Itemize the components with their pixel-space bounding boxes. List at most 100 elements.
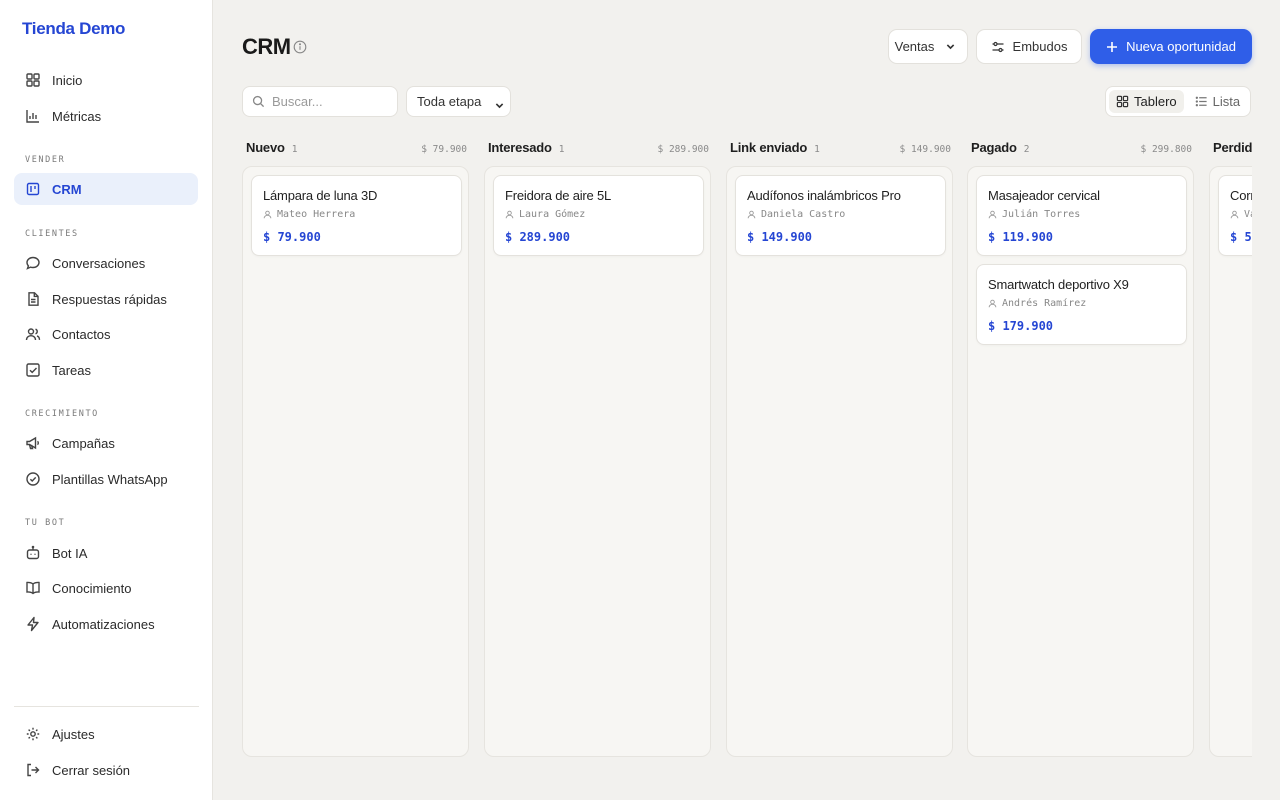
page-title: CRM [242,34,291,59]
column-total: $ 289.900 [657,144,709,155]
card-contact-name: Va [1244,209,1252,220]
funnels-button[interactable]: Embudos [976,29,1082,64]
column-body[interactable]: Freidora de aire 5L Laura Gómez $ 289.90… [484,166,711,757]
card-contact-name: Julián Torres [1002,209,1081,220]
opportunity-card[interactable]: Smartwatch deportivo X9 Andrés Ramírez $… [976,264,1187,345]
sidebar-item-automatizaciones[interactable]: Automatizaciones [14,608,198,640]
column-nuevo: Nuevo 1 $ 79.900 Lámpara de luna 3D Mate… [242,134,469,757]
sidebar-item-conversaciones[interactable]: Conversaciones [14,247,198,279]
sidebar-item-label: Respuestas rápidas [52,291,167,307]
list-icon [1195,95,1213,108]
lightning-icon [25,616,41,632]
megaphone-icon [25,435,41,451]
sidebar-item-label: Ajustes [52,726,95,742]
column-body[interactable]: Corr Va $ 59 [1209,166,1252,757]
kanban-board: Nuevo 1 $ 79.900 Lámpara de luna 3D Mate… [242,134,1252,764]
sidebar-item-label: Cerrar sesión [52,762,131,778]
opportunity-card[interactable]: Masajeador cervical Julián Torres $ 119.… [976,175,1187,256]
card-contact: Julián Torres [988,209,1080,220]
grid-icon [25,72,41,88]
sidebar-item-label: Automatizaciones [52,616,155,632]
chat-bubble-icon [25,255,41,271]
sidebar-item-label: Tareas [52,362,92,378]
sidebar-item-tareas[interactable]: Tareas [14,354,198,386]
opportunity-card[interactable]: Audífonos inalámbricos Pro Daniela Castr… [735,175,946,256]
document-icon [25,291,41,307]
sidebar-item-inicio[interactable]: Inicio [14,64,198,96]
card-contact-name: Andrés Ramírez [1002,298,1087,309]
pipeline-select-value: Ventas [894,39,935,54]
brand-logo[interactable]: Tienda Demo [22,19,125,39]
user-icon [1230,210,1239,219]
section-label-clientes: CLIENTES [25,229,79,239]
column-total: $ 149.900 [899,144,951,155]
search-input[interactable] [272,94,387,109]
column-perdido: Perdido Corr Va $ 59 [1209,134,1252,757]
sidebar-item-campanas[interactable]: Campañas [14,427,198,459]
column-title: Nuevo [246,140,285,155]
section-label-vender: VENDER [25,155,66,165]
column-body[interactable]: Lámpara de luna 3D Mateo Herrera $ 79.90… [242,166,469,757]
sidebar-item-label: Bot IA [52,545,88,561]
sidebar-item-conocimiento[interactable]: Conocimiento [14,572,198,604]
sidebar-item-crm[interactable]: CRM [14,173,198,205]
sidebar-item-ajustes[interactable]: Ajustes [14,718,198,750]
bot-icon [25,545,41,561]
sidebar-divider [14,706,199,707]
section-label-tu-bot: TU BOT [25,518,66,528]
stage-filter-select[interactable]: Toda etapa [406,86,511,117]
column-count: 1 [291,144,298,155]
opportunity-card[interactable]: Freidora de aire 5L Laura Gómez $ 289.90… [493,175,704,256]
book-icon [25,580,41,596]
opportunity-card[interactable]: Corr Va $ 59 [1218,175,1252,256]
card-title: Freidora de aire 5L [505,188,612,203]
pipeline-select[interactable]: Ventas [888,29,968,64]
column-total: $ 299.800 [1140,144,1192,155]
check-circle-icon [25,471,41,487]
opportunity-card[interactable]: Lámpara de luna 3D Mateo Herrera $ 79.90… [251,175,462,256]
view-board-label: Tablero [1134,94,1177,109]
card-title: Smartwatch deportivo X9 [988,277,1129,292]
kanban-icon [25,181,41,197]
column-link-enviado: Link enviado 1 $ 149.900 Audífonos inalá… [726,134,953,757]
sidebar-item-respuestas-rapidas[interactable]: Respuestas rápidas [14,283,198,315]
card-title: Corr [1230,188,1252,203]
sidebar-item-label: Métricas [52,108,102,124]
sidebar-item-cerrar-sesion[interactable]: Cerrar sesión [14,754,198,786]
sidebar-item-label: CRM [52,181,82,197]
chevron-down-icon [495,98,504,113]
card-amount: $ 179.900 [988,319,1054,333]
column-count: 2 [1023,144,1030,155]
column-header: Perdido [1213,140,1252,158]
card-contact-name: Laura Gómez [519,209,586,220]
checkbox-icon [25,362,41,378]
column-body[interactable]: Masajeador cervical Julián Torres $ 119.… [967,166,1194,757]
card-contact-name: Daniela Castro [761,209,846,220]
users-icon [25,326,41,342]
user-icon [988,210,997,219]
info-icon[interactable] [293,40,307,54]
gear-icon [25,726,41,742]
column-count: 1 [558,144,565,155]
column-title: Link enviado [730,140,808,155]
card-contact: Laura Gómez [505,209,585,220]
view-toggle: Tablero Lista [1105,86,1251,117]
stage-filter-value: Toda etapa [417,94,482,109]
column-header: Interesado 1 $ 289.900 [488,140,709,158]
view-list-button[interactable]: Lista [1188,90,1247,113]
search-icon [252,95,265,108]
column-body[interactable]: Audífonos inalámbricos Pro Daniela Castr… [726,166,953,757]
column-header: Link enviado 1 $ 149.900 [730,140,951,158]
sidebar-item-bot-ia[interactable]: Bot IA [14,537,198,569]
funnels-button-label: Embudos [1012,39,1068,54]
logout-icon [25,762,41,778]
sidebar-item-plantillas-whatsapp[interactable]: Plantillas WhatsApp [14,463,198,495]
sidebar-item-label: Conocimiento [52,580,132,596]
sidebar-item-contactos[interactable]: Contactos [14,318,198,350]
column-header: Nuevo 1 $ 79.900 [246,140,467,158]
new-opportunity-button[interactable]: Nueva oportunidad [1090,29,1252,64]
chevron-down-icon [946,39,955,54]
sidebar-item-metricas[interactable]: Métricas [14,100,198,132]
view-board-button[interactable]: Tablero [1109,90,1184,113]
sidebar-item-label: Conversaciones [52,255,146,271]
